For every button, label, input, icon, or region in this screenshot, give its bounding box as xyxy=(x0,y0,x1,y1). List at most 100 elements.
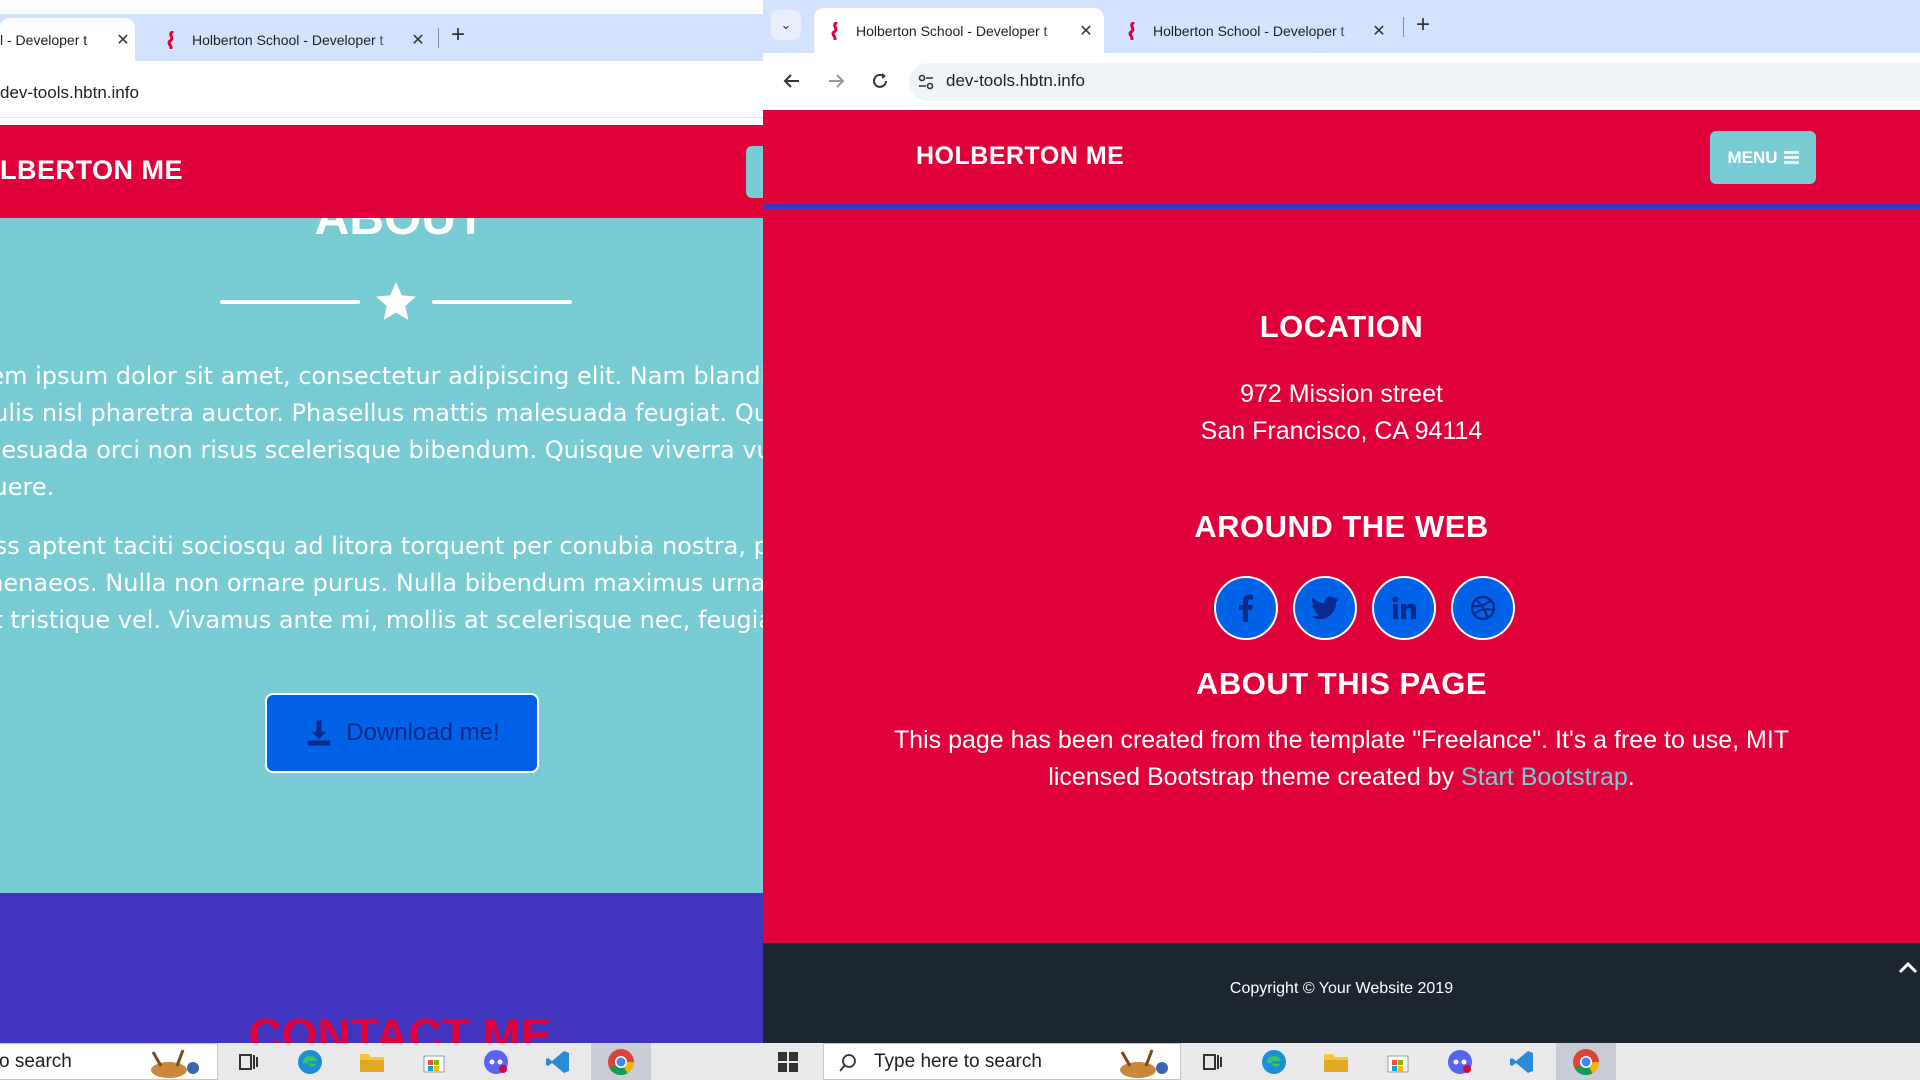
tab-title: Holberton School - Developer t xyxy=(1153,22,1345,39)
about-page-line-1: This page has been created from the temp… xyxy=(893,726,1790,754)
download-icon xyxy=(308,720,331,746)
reload-icon[interactable] xyxy=(870,71,890,91)
footer-section: LOCATION 972 Mission street San Francisc… xyxy=(763,209,1920,943)
paragraph-line: suere. xyxy=(0,473,55,501)
about-page-heading: ABOUT THIS PAGE xyxy=(1195,666,1488,701)
right-tab-1[interactable]: Holberton School - Developer t ✕ xyxy=(814,8,1104,53)
left-navbar: LBERTON ME xyxy=(0,125,763,218)
right-navbar: HOLBERTON ME MENU xyxy=(763,110,1920,209)
search-icon xyxy=(839,1054,856,1072)
around-web-heading: AROUND THE WEB xyxy=(1194,509,1489,544)
url-field[interactable]: dev-tools.hbtn.info xyxy=(946,71,1085,91)
paragraph-line: menaeos. Nulla non ornare purus. Nulla b… xyxy=(0,569,763,597)
star-divider xyxy=(220,278,572,326)
vscode-icon[interactable] xyxy=(543,1047,573,1077)
about-page-line-2: licensed Bootstrap theme created by Star… xyxy=(763,759,1920,796)
chrome-icon[interactable] xyxy=(606,1047,636,1077)
vscode-icon[interactable] xyxy=(1507,1047,1537,1077)
copyright-bar: Copyright © Your Website 2019 xyxy=(763,943,1920,1043)
menu-button[interactable] xyxy=(746,146,763,198)
menu-label: MENU xyxy=(1727,147,1778,167)
taskbar-search[interactable]: o search xyxy=(0,1043,218,1080)
tab-title: Holberton School - Developer t xyxy=(192,31,384,48)
paragraph-line: lit tristique vel. Vivamus ante mi, moll… xyxy=(0,606,763,634)
dribbble-icon[interactable] xyxy=(1451,576,1515,640)
tab-search-button[interactable]: ⌄ xyxy=(771,10,801,40)
edge-icon[interactable] xyxy=(295,1047,325,1077)
close-tab-icon[interactable]: ✕ xyxy=(1367,21,1391,41)
taskbar-search-text: o search xyxy=(0,1050,72,1072)
hamburger-icon xyxy=(1783,151,1799,164)
left-tab-strip: l - Developer t ✕ Holberton School - Dev… xyxy=(0,14,763,61)
new-tab-button[interactable]: + xyxy=(451,21,465,49)
holberton-favicon-icon xyxy=(1128,21,1135,40)
left-taskbar: o search xyxy=(0,1043,763,1080)
task-view-icon[interactable] xyxy=(1197,1047,1227,1077)
chrome-icon[interactable] xyxy=(1571,1047,1601,1077)
download-label: Download me! xyxy=(346,719,500,746)
address-line-2: San Francisco, CA 94114 xyxy=(1200,417,1483,445)
navbar-brand[interactable]: HOLBERTON ME xyxy=(916,142,1124,171)
forward-arrow-icon[interactable] xyxy=(826,71,846,91)
paragraph-line: culis nisl pharetra auctor. Phasellus ma… xyxy=(0,399,763,427)
about-page-text: This page has been created from the temp… xyxy=(763,722,1920,796)
omnibox[interactable]: dev-tools.hbtn.info xyxy=(909,63,1920,101)
store-icon[interactable] xyxy=(1383,1047,1413,1077)
right-tab-strip: ⌄ Holberton School - Developer t ✕ Holbe… xyxy=(763,0,1920,53)
close-tab-icon[interactable]: ✕ xyxy=(111,30,135,50)
site-info-icon[interactable] xyxy=(917,73,935,91)
windows-start-icon[interactable] xyxy=(773,1047,803,1077)
linkedin-icon[interactable] xyxy=(1372,576,1436,640)
left-browser-window: l - Developer t ✕ Holberton School - Dev… xyxy=(0,0,763,1080)
contact-heading: CONTACT ME xyxy=(248,1009,552,1045)
close-tab-icon[interactable]: ✕ xyxy=(406,30,430,50)
right-tab-2[interactable]: Holberton School - Developer t ✕ xyxy=(1111,8,1391,53)
start-bootstrap-link[interactable]: Start Bootstrap xyxy=(1461,763,1628,791)
file-explorer-icon[interactable] xyxy=(357,1047,387,1077)
task-view-icon[interactable] xyxy=(233,1047,263,1077)
about-section: ABOUT rem ipsum dolor sit amet, consecte… xyxy=(0,218,763,893)
copyright-text: Copyright © Your Website 2019 xyxy=(1229,980,1454,997)
left-tab-2[interactable]: Holberton School - Developer t ✕ xyxy=(150,18,430,61)
about-heading: ABOUT xyxy=(314,218,486,245)
new-tab-button[interactable]: + xyxy=(1416,11,1430,39)
menu-button[interactable]: MENU xyxy=(1710,131,1816,184)
url-field[interactable]: dev-tools.hbtn.info xyxy=(0,83,139,103)
screen: l - Developer t ✕ Holberton School - Dev… xyxy=(0,0,1920,1080)
left-tab-1[interactable]: l - Developer t ✕ xyxy=(0,18,135,61)
edge-icon[interactable] xyxy=(1259,1047,1289,1077)
left-address-bar: dev-tools.hbtn.info xyxy=(0,61,763,118)
store-icon[interactable] xyxy=(419,1047,449,1077)
paragraph-line: ass aptent taciti sociosqu ad litora tor… xyxy=(0,532,763,560)
download-button[interactable]: Download me! xyxy=(265,693,539,773)
twitter-icon[interactable] xyxy=(1293,576,1357,640)
taskbar-search[interactable]: Type here to search xyxy=(823,1043,1181,1080)
holberton-favicon-icon xyxy=(831,21,838,40)
tab-separator xyxy=(1403,17,1404,37)
right-address-bar: dev-tools.hbtn.info xyxy=(763,53,1920,110)
paragraph-line: rem ipsum dolor sit amet, consectetur ad… xyxy=(0,362,763,390)
facebook-icon[interactable] xyxy=(1214,576,1278,640)
right-taskbar: Type here to search xyxy=(763,1043,1920,1080)
divider-line xyxy=(220,300,360,304)
back-arrow-icon[interactable] xyxy=(782,71,802,91)
close-tab-icon[interactable]: ✕ xyxy=(1074,21,1098,41)
holberton-favicon-icon xyxy=(167,30,174,49)
contact-section: CONTACT ME xyxy=(0,893,763,1045)
tab-title: l - Developer t xyxy=(0,31,88,48)
navbar-brand[interactable]: LBERTON ME xyxy=(0,155,183,186)
about-page-line-2-prefix: licensed Bootstrap theme created by xyxy=(1048,763,1462,791)
tab-title: Holberton School - Developer t xyxy=(856,22,1048,39)
divider-line xyxy=(432,300,572,304)
scroll-top-chevron-icon[interactable] xyxy=(1898,960,1918,974)
star-icon xyxy=(376,282,416,320)
social-links xyxy=(1214,576,1515,640)
file-explorer-icon[interactable] xyxy=(1321,1047,1351,1077)
discord-icon[interactable] xyxy=(481,1047,511,1077)
address-line-1: 972 Mission street xyxy=(1240,380,1443,408)
discord-icon[interactable] xyxy=(1445,1047,1475,1077)
taskbar-search-text: Type here to search xyxy=(874,1050,1042,1072)
search-highlight-icon xyxy=(151,1049,199,1078)
about-paragraph-2: ass aptent taciti sociosqu ad litora tor… xyxy=(0,528,763,639)
right-browser-window: ⌄ Holberton School - Developer t ✕ Holbe… xyxy=(763,0,1920,1080)
